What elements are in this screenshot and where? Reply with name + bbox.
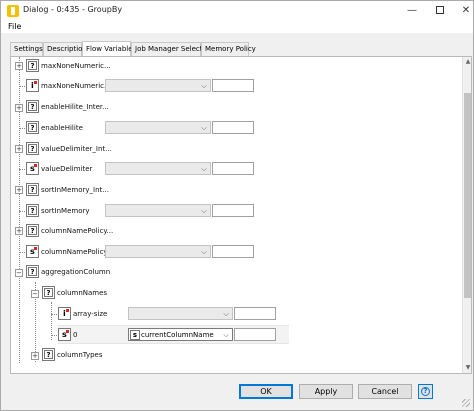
- expand-icon[interactable]: [15, 62, 23, 70]
- vertical-scrollbar[interactable]: ▲ ▼: [462, 57, 471, 373]
- variable-dropdown[interactable]: ⌵: [105, 79, 211, 92]
- config-node-icon: ?: [42, 348, 55, 361]
- variable-dropdown[interactable]: ⌵: [105, 162, 211, 175]
- variable-name-field[interactable]: [234, 307, 276, 320]
- groupby-dialog: Dialog - 0:435 - GroupBy — ✕ File Settin…: [0, 0, 474, 411]
- expand-icon[interactable]: [15, 186, 23, 194]
- variable-dropdown[interactable]: ⌵: [128, 307, 233, 320]
- variable-name-field[interactable]: [212, 245, 254, 258]
- config-node-icon: ?: [26, 100, 39, 113]
- cancel-button[interactable]: Cancel: [358, 384, 412, 399]
- tree-label: valueDelimiter: [41, 165, 93, 173]
- config-node-icon: ?: [26, 59, 39, 72]
- tree-connector: [19, 57, 20, 363]
- string-variable-icon: s: [26, 162, 39, 175]
- tab-settings[interactable]: Settings: [10, 42, 43, 56]
- variable-dropdown[interactable]: ⌵: [105, 245, 211, 258]
- variable-dropdown[interactable]: s currentColumnName ⌵: [128, 328, 233, 341]
- tab-job-manager-selection[interactable]: Job Manager Selection: [131, 42, 213, 56]
- variable-name-field[interactable]: [212, 79, 254, 92]
- expand-icon[interactable]: [15, 227, 23, 235]
- scroll-thumb[interactable]: [464, 93, 471, 298]
- apply-button[interactable]: Apply: [299, 384, 353, 399]
- scroll-down-button[interactable]: ▼: [464, 363, 471, 373]
- collapse-icon[interactable]: [15, 269, 23, 277]
- resize-grip[interactable]: [462, 399, 470, 407]
- tree-label: aggregationColumn: [41, 268, 111, 276]
- tree-label: columnNames: [57, 289, 108, 297]
- expand-icon[interactable]: [15, 104, 23, 112]
- variable-dropdown[interactable]: ⌵: [105, 121, 211, 134]
- window-title: Dialog - 0:435 - GroupBy: [23, 5, 123, 14]
- ok-button[interactable]: OK: [239, 384, 293, 399]
- tree-label: maxNoneNumeric...: [41, 62, 111, 70]
- config-node-icon: ?: [26, 142, 39, 155]
- variable-name-field[interactable]: [234, 328, 276, 341]
- knime-app-icon: [7, 5, 19, 17]
- string-variable-icon: s: [58, 328, 71, 341]
- title-bar: Dialog - 0:435 - GroupBy — ✕: [1, 1, 473, 21]
- tree-label: valueDelimiter_Int...: [41, 145, 112, 153]
- variable-name-field[interactable]: [212, 162, 254, 175]
- menu-file[interactable]: File: [8, 22, 21, 31]
- config-node-icon: ?: [26, 183, 39, 196]
- help-icon: ?: [421, 387, 430, 396]
- tree-label: columnNamePolicy: [41, 248, 108, 256]
- tree-label: sortInMemory_Int...: [41, 186, 109, 194]
- config-node-icon: ?: [26, 265, 39, 278]
- int-variable-icon: i: [26, 79, 39, 92]
- close-button[interactable]: ✕: [451, 1, 473, 21]
- tree-label: columnNamePolicy...: [41, 227, 114, 235]
- help-button[interactable]: ?: [418, 384, 433, 399]
- tree-label: sortInMemory: [41, 207, 90, 215]
- menu-bar: File: [1, 21, 473, 33]
- config-node-icon: ?: [26, 121, 39, 134]
- config-node-icon: ?: [26, 204, 39, 217]
- tab-flow-variables[interactable]: Flow Variables: [82, 41, 136, 56]
- string-variable-icon: s: [130, 330, 140, 340]
- tab-description[interactable]: Description: [43, 42, 87, 56]
- expand-icon[interactable]: [31, 352, 39, 360]
- flow-variables-panel: ? maxNoneNumeric... i maxNoneNumeric... …: [10, 56, 472, 374]
- tree-label: 0: [73, 331, 78, 339]
- variable-dropdown-value: currentColumnName: [141, 331, 214, 339]
- maximize-icon: [436, 6, 444, 14]
- tree-label: enableHilite_Inter...: [41, 103, 109, 111]
- tree-label: enableHilite: [41, 124, 83, 132]
- variable-name-field[interactable]: [212, 121, 254, 134]
- collapse-icon[interactable]: [31, 290, 39, 298]
- config-node-icon: ?: [42, 286, 55, 299]
- expand-icon[interactable]: [15, 145, 23, 153]
- variable-name-field[interactable]: [212, 204, 254, 217]
- tab-memory-policy[interactable]: Memory Policy: [201, 42, 256, 56]
- config-node-icon: ?: [26, 224, 39, 237]
- scroll-up-button[interactable]: ▲: [464, 57, 471, 67]
- tree-label: maxNoneNumeric...: [41, 82, 111, 90]
- tree-label: columnTypes: [57, 351, 103, 359]
- minimize-button[interactable]: —: [397, 1, 427, 21]
- variable-dropdown[interactable]: ⌵: [105, 204, 211, 217]
- string-variable-icon: s: [26, 245, 39, 258]
- int-variable-icon: i: [58, 307, 71, 320]
- tree-label: array-size: [73, 310, 108, 318]
